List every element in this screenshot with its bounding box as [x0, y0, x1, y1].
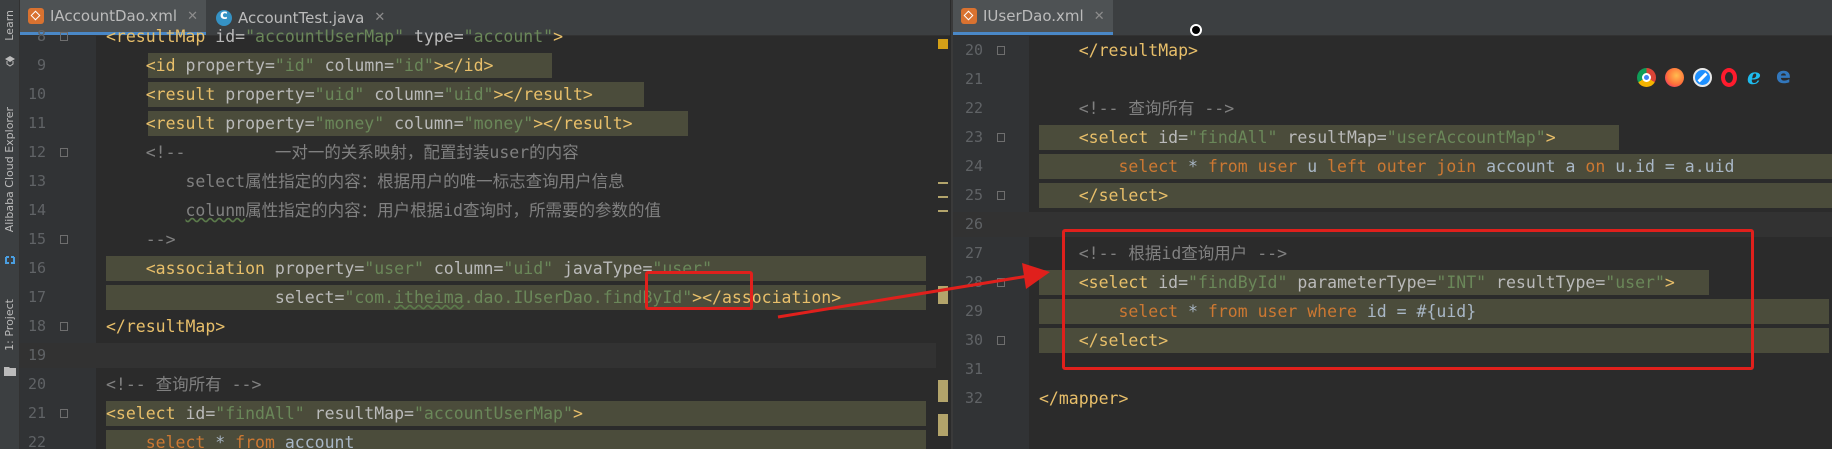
annotation-arrow — [777, 263, 1050, 319]
